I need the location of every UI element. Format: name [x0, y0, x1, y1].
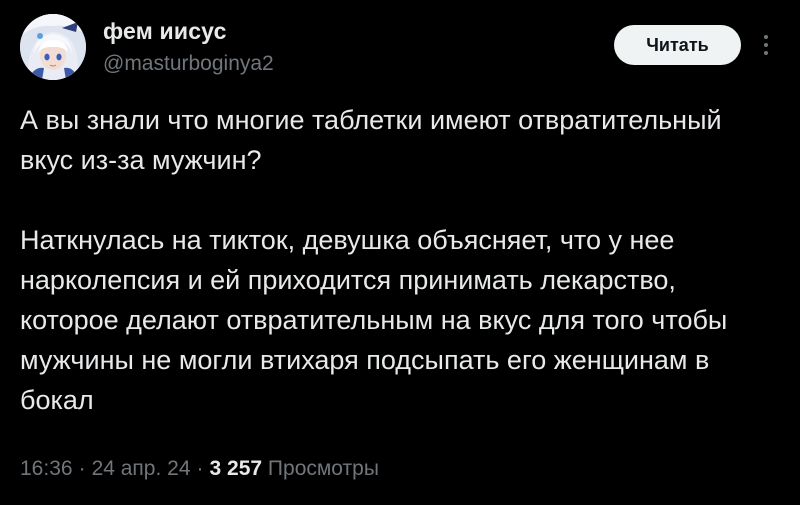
views-count[interactable]: 3 257	[210, 457, 263, 480]
tweet-paragraph-2: Наткнулась на тикток, девушка объясняет,…	[20, 225, 728, 415]
views-label[interactable]: Просмотры	[268, 457, 379, 480]
anime-character-avatar-icon	[20, 14, 86, 80]
more-options-button[interactable]	[755, 30, 777, 60]
author-display-name[interactable]: фем иисус	[103, 18, 227, 45]
meta-separator: ·	[78, 457, 86, 480]
avatar[interactable]	[20, 14, 86, 80]
follow-button[interactable]: Читать	[614, 25, 741, 65]
tweet: фем иисус @masturboginya2 Читать А вы зн…	[0, 0, 800, 505]
tweet-paragraph-1: А вы знали что многие таблетки имеют отв…	[20, 105, 722, 175]
tweet-date[interactable]: 24 апр. 24	[92, 457, 191, 480]
more-vertical-icon	[764, 35, 768, 55]
meta-separator: ·	[196, 457, 204, 480]
author-handle[interactable]: @masturboginya2	[103, 52, 274, 76]
tweet-meta: 16:36 · 24 апр. 24 · 3 257 Просмотры	[20, 457, 379, 481]
tweet-time[interactable]: 16:36	[20, 457, 73, 480]
tweet-text: А вы знали что многие таблетки имеют отв…	[20, 100, 780, 420]
